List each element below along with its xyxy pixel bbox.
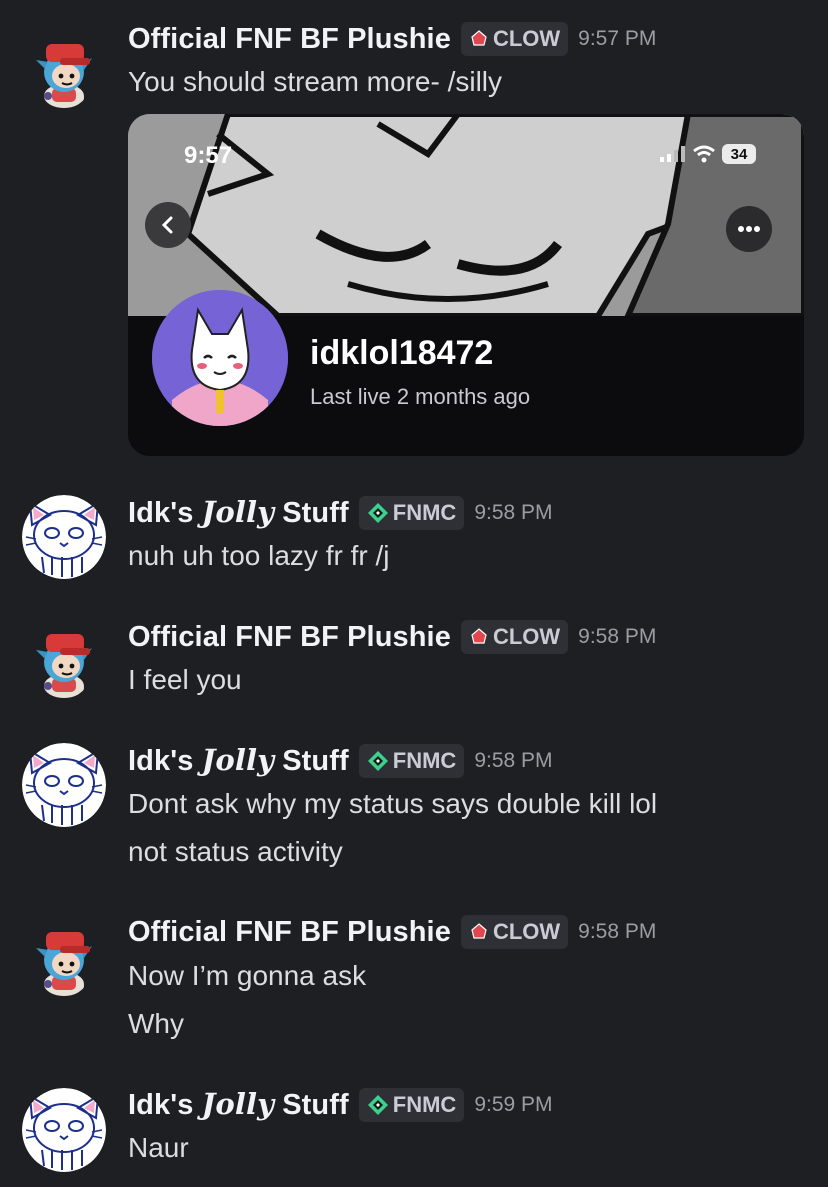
tag-label: FNMC <box>392 1091 457 1117</box>
green-diamond-icon <box>367 502 388 523</box>
username[interactable]: Official FNF BF Plushie <box>128 916 451 949</box>
avatar[interactable] <box>22 918 106 1002</box>
clan-tag[interactable]: CLOW <box>460 22 569 56</box>
clan-tag[interactable]: FNMC <box>358 1087 465 1122</box>
avatar[interactable] <box>22 495 106 579</box>
tag-label: FNMC <box>392 499 457 525</box>
username-part: Jolly <box>201 495 275 529</box>
username[interactable]: Official FNF BF Plushie <box>128 23 451 56</box>
message-text: nuh uh too lazy fr fr /j <box>128 540 390 571</box>
avatar[interactable] <box>22 30 106 114</box>
avatar[interactable] <box>22 1088 106 1172</box>
username[interactable]: Idk's Jolly Stuff <box>128 743 349 778</box>
clan-tag[interactable]: FNMC <box>358 743 465 778</box>
username-part: Stuff <box>282 497 349 529</box>
profile-avatar <box>152 290 288 426</box>
green-diamond-icon <box>367 750 388 771</box>
timestamp: 9:58 PM <box>578 625 657 648</box>
clan-tag[interactable]: CLOW <box>460 915 569 949</box>
message-text: Naur <box>128 1132 189 1163</box>
message-text: Dont ask why my status says double kill … <box>128 788 658 819</box>
clan-tag[interactable]: CLOW <box>460 620 569 654</box>
username[interactable]: Idk's Jolly Stuff <box>128 1087 349 1122</box>
red-gem-icon <box>471 30 487 46</box>
embed-image[interactable]: 9:57 34 idklol18472 Last live 2 months a… <box>128 114 804 456</box>
timestamp: 9:58 PM <box>474 748 553 772</box>
red-gem-icon <box>471 923 487 939</box>
username-part: Idk's <box>128 497 194 529</box>
tag-label: CLOW <box>492 919 561 944</box>
message-text: Now I’m gonna ask <box>128 960 367 991</box>
message-text: not status activity <box>128 836 343 867</box>
status-bar-time: 9:57 <box>184 142 233 169</box>
back-button[interactable] <box>145 202 191 248</box>
message-text: You should stream more- /silly <box>128 66 503 97</box>
red-gem-icon <box>471 628 487 644</box>
chevron-left-icon <box>161 216 173 234</box>
username[interactable]: Official FNF BF Plushie <box>128 621 451 654</box>
profile-last-live: Last live 2 months ago <box>310 384 531 409</box>
timestamp: 9:59 PM <box>474 1092 553 1116</box>
username-part: Jolly <box>201 1087 275 1121</box>
username[interactable]: Idk's Jolly Stuff <box>128 495 349 530</box>
username-part: Jolly <box>201 743 275 777</box>
timestamp: 9:58 PM <box>474 500 553 524</box>
message-text: I feel you <box>128 664 242 695</box>
username-part: Stuff <box>282 1089 349 1121</box>
avatar[interactable] <box>22 743 106 827</box>
status-bar-icons: 34 <box>660 144 756 164</box>
message-text: Why <box>128 1008 184 1039</box>
wifi-icon <box>693 145 715 163</box>
timestamp: 9:57 PM <box>578 27 657 50</box>
message-header: Official FNF BF Plushie CLOW 9:58 PM <box>128 915 656 949</box>
message-header: Idk's Jolly Stuff FNMC 9:59 PM <box>128 1087 553 1122</box>
more-button[interactable] <box>726 206 772 252</box>
avatar[interactable] <box>22 620 106 704</box>
tag-label: FNMC <box>392 747 457 773</box>
signal-icon <box>660 146 685 162</box>
tag-label: CLOW <box>492 624 561 649</box>
timestamp: 9:58 PM <box>578 920 657 943</box>
tag-label: CLOW <box>492 26 561 51</box>
username-part: Idk's <box>128 745 194 777</box>
username-part: Idk's <box>128 1089 194 1121</box>
clan-tag[interactable]: FNMC <box>358 495 465 530</box>
profile-name: idklol18472 <box>310 334 494 372</box>
message-header: Official FNF BF Plushie CLOW 9:58 PM <box>128 620 656 654</box>
ellipsis-icon <box>738 226 760 232</box>
battery-icon: 34 <box>722 144 756 164</box>
message-header: Idk's Jolly Stuff FNMC 9:58 PM <box>128 495 553 530</box>
green-diamond-icon <box>367 1094 388 1115</box>
username-part: Stuff <box>282 745 349 777</box>
message-header: Official FNF BF Plushie CLOW 9:57 PM <box>128 22 656 56</box>
message-header: Idk's Jolly Stuff FNMC 9:58 PM <box>128 743 553 778</box>
profile-banner: 9:57 34 <box>128 114 804 319</box>
